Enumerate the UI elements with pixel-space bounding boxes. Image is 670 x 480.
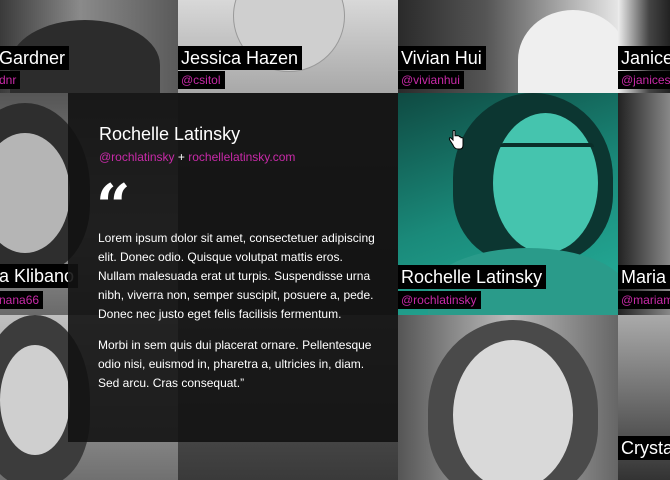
profile-name: Jessica Hazen [178,46,303,70]
profile-name: Vivian Hui [398,46,486,70]
profile-name: Rochelle Latinsky [398,265,547,289]
detail-name: Rochelle Latinsky [99,124,241,144]
detail-handle-link[interactable]: @rochlatinsky [99,150,175,164]
profile-photo-face [493,113,598,253]
profile-tile[interactable]: Janice @janices [618,0,670,93]
profile-name: Maria [618,265,670,289]
profile-tile[interactable]: Crysta [618,315,670,480]
profile-detail-panel: Rochelle Latinsky @rochlatinsky + rochel… [68,93,398,442]
profile-name: Janice [618,46,670,70]
profile-tile[interactable]: Jessica Hazen @csitol [178,0,398,93]
profile-tile[interactable]: Gardner dnr [0,0,178,93]
profile-tile-highlighted[interactable]: Rochelle Latinsky @rochlatinsky [398,93,618,315]
profile-handle[interactable]: nana66 [0,291,44,309]
profile-handle[interactable]: @vivianhui [398,71,464,89]
detail-separator: + [177,150,185,164]
detail-website-link[interactable]: rochellelatinsky.com [188,150,295,164]
glasses-icon [500,143,594,171]
profile-handle[interactable]: dnr [0,71,21,89]
quote-paragraph: Lorem ipsum dolor sit amet, consectetuer… [98,231,375,321]
quote-mark-icon: “ [96,172,131,242]
profile-tile[interactable]: Vivian Hui @vivianhui [398,0,618,93]
profile-photo-face [0,345,70,455]
profile-handle[interactable]: @csitol [178,71,225,89]
profile-tile[interactable] [398,315,618,480]
profile-handle[interactable]: @janices [618,71,670,89]
profile-handle[interactable]: @rochlatinsky [398,291,481,309]
hand-cursor-icon [448,130,464,150]
profile-photo-face [453,340,573,480]
detail-quote: Lorem ipsum dolor sit amet, consectetuer… [98,229,378,405]
profile-handle[interactable]: @mariam [618,291,670,309]
detail-links: @rochlatinsky + rochellelatinsky.com [99,150,295,164]
profile-name: a Klibano [0,264,79,288]
profile-name: Crysta [618,436,670,460]
profile-name: Gardner [0,46,70,70]
profile-tile[interactable]: Maria @mariam [618,93,670,315]
quote-paragraph: Morbi in sem quis dui placerat ornare. P… [98,338,372,390]
